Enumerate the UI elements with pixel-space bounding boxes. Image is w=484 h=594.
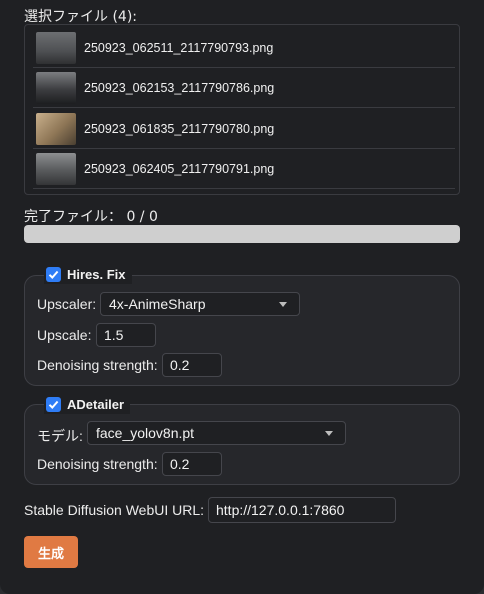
chevron-down-icon <box>325 431 333 436</box>
webui-url-value: http://127.0.0.1:7860 <box>216 502 345 518</box>
hires-fix-title: Hires. Fix <box>67 266 126 282</box>
upscale-label: Upscale: <box>37 327 92 343</box>
generate-button[interactable]: 生成 <box>24 536 78 568</box>
adetailer-section: モデル: face_yolov8n.pt Denoising strength:… <box>24 404 460 485</box>
hires-fix-legend[interactable]: Hires. Fix <box>44 264 132 284</box>
adetailer-title: ADetailer <box>67 396 125 412</box>
list-item[interactable]: 250923_061835_2117790780.png <box>33 109 455 149</box>
generator-panel: 選択ファイル (4): 250923_062511_2117790793.png… <box>0 0 484 594</box>
adetailer-denoise-input[interactable]: 0.2 <box>162 452 222 476</box>
adetailer-model-select[interactable]: face_yolov8n.pt <box>87 421 346 445</box>
list-item[interactable]: 250923_062153_2117790786.png <box>33 68 455 108</box>
upscaler-value: 4x-AnimeSharp <box>109 296 206 312</box>
completed-files-label: 完了ファイル： 0 / 0 <box>24 209 158 225</box>
check-icon <box>48 270 59 279</box>
upscale-value: 1.5 <box>104 327 124 343</box>
upscale-input[interactable]: 1.5 <box>96 323 156 347</box>
file-name: 250923_062153_2117790786.png <box>84 80 275 95</box>
adetailer-checkbox[interactable] <box>46 396 61 412</box>
file-thumbnail <box>36 31 76 64</box>
file-name: 250923_061835_2117790780.png <box>84 121 275 136</box>
check-icon <box>48 400 59 409</box>
file-thumbnail <box>36 71 76 104</box>
upscaler-label: Upscaler: <box>37 296 97 312</box>
denoise-value: 0.2 <box>170 456 190 472</box>
list-item[interactable]: 250923_062511_2117790793.png <box>33 28 455 68</box>
file-list[interactable]: 250923_062511_2117790793.png 250923_0621… <box>24 24 460 195</box>
list-item[interactable]: 250923_062405_2117790791.png <box>33 149 455 189</box>
file-thumbnail <box>36 152 76 185</box>
hires-fix-checkbox[interactable] <box>46 266 61 282</box>
hires-denoise-input[interactable]: 0.2 <box>162 353 222 377</box>
webui-url-input[interactable]: http://127.0.0.1:7860 <box>208 497 396 523</box>
selected-files-label: 選択ファイル (4): <box>24 9 137 25</box>
upscaler-select[interactable]: 4x-AnimeSharp <box>100 292 300 316</box>
chevron-down-icon <box>279 302 287 307</box>
denoise-label: Denoising strength: <box>37 357 158 373</box>
file-name: 250923_062511_2117790793.png <box>84 40 274 55</box>
model-value: face_yolov8n.pt <box>96 425 195 441</box>
adetailer-legend[interactable]: ADetailer <box>44 394 131 414</box>
hires-fix-section: Upscaler: 4x-AnimeSharp Upscale: 1.5 Den… <box>24 275 460 386</box>
progress-bar <box>24 225 460 243</box>
webui-url-label: Stable Diffusion WebUI URL: <box>24 502 205 518</box>
denoise-label: Denoising strength: <box>37 456 158 472</box>
model-label: モデル: <box>37 428 83 444</box>
file-name: 250923_062405_2117790791.png <box>84 161 275 176</box>
file-thumbnail <box>36 112 76 145</box>
denoise-value: 0.2 <box>170 357 190 373</box>
